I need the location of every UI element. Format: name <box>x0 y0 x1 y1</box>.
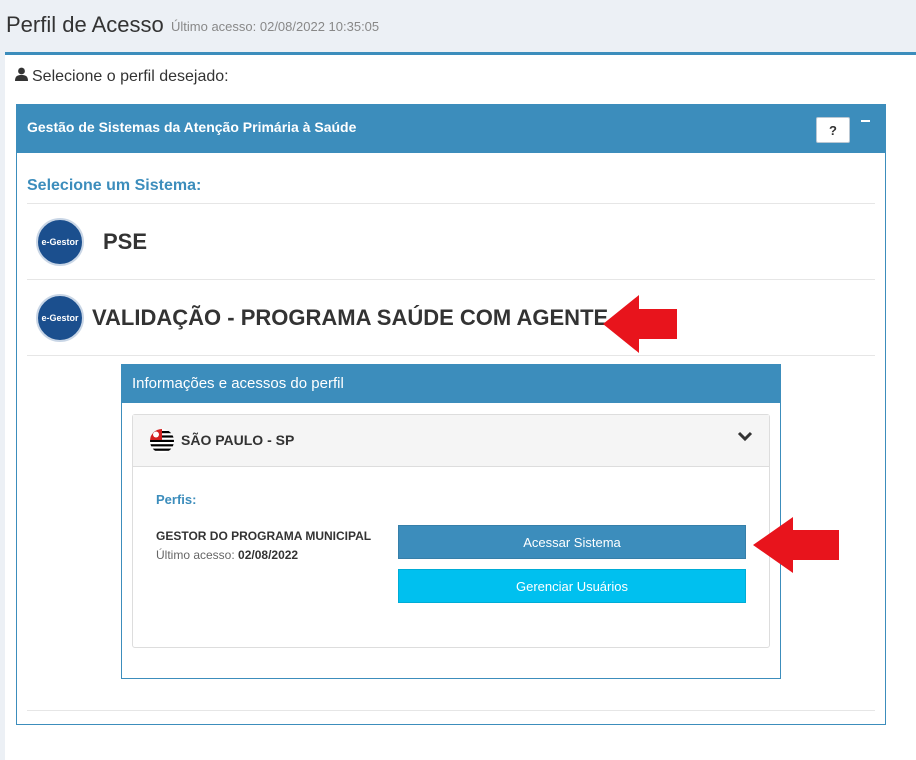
flag-icon <box>150 429 174 453</box>
divider <box>27 355 875 356</box>
box-header: Selecione o perfil desejado: <box>15 67 229 86</box>
chevron-down-icon[interactable] <box>737 429 753 447</box>
system-item-validacao[interactable]: e-Gestor VALIDAÇÃO - PROGRAMA SAÚDE COM … <box>27 280 875 356</box>
profile-box: Selecione o perfil desejado: Gestão de S… <box>5 52 916 760</box>
e-gestor-logo: e-Gestor <box>36 294 84 342</box>
system-item-pse[interactable]: e-Gestor PSE <box>27 204 875 280</box>
divider <box>27 710 875 711</box>
e-gestor-logo: e-Gestor <box>36 218 84 266</box>
state-header[interactable]: SÃO PAULO - SP <box>133 415 769 467</box>
select-profile-prompt: Selecione o perfil desejado: <box>32 67 229 85</box>
help-button[interactable]: ? <box>816 117 850 143</box>
profiles-label: Perfis: <box>156 492 197 507</box>
last-access-subtitle: Último acesso: 02/08/2022 10:35:05 <box>171 19 380 34</box>
systems-panel: Gestão de Sistemas da Atenção Primária à… <box>16 104 886 725</box>
question-icon: ? <box>829 122 837 138</box>
systems-panel-title: Gestão de Sistemas da Atenção Primária à… <box>27 119 357 135</box>
minus-icon[interactable] <box>858 115 872 129</box>
system-name: PSE <box>103 229 148 254</box>
profile-info-title: Informações e acessos do perfil <box>132 375 344 392</box>
red-arrow-icon <box>603 295 677 353</box>
profile-last-access: Último acesso: 02/08/2022 <box>156 548 299 562</box>
page-header: Perfil de Acesso Último acesso: 02/08/20… <box>0 0 916 52</box>
systems-panel-header: Gestão de Sistemas da Atenção Primária à… <box>17 105 885 153</box>
red-arrow-icon <box>753 517 839 573</box>
profile-info-panel: Informações e acessos do perfil SÃO PAUL… <box>121 364 781 679</box>
user-icon <box>15 67 32 86</box>
state-name: SÃO PAULO - SP <box>181 432 295 448</box>
access-system-button[interactable]: Acessar Sistema <box>398 525 746 559</box>
page-title: Perfil de Acesso <box>6 12 164 37</box>
profile-info-header: Informações e acessos do perfil <box>122 365 780 403</box>
state-card: SÃO PAULO - SP Perfis: GESTOR DO PROGRAM… <box>132 414 770 648</box>
system-name: VALIDAÇÃO - PROGRAMA SAÚDE COM AGENTE <box>92 305 609 330</box>
profile-name: GESTOR DO PROGRAMA MUNICIPAL <box>156 529 372 543</box>
select-system-label: Selecione um Sistema: <box>27 177 202 194</box>
manage-users-button[interactable]: Gerenciar Usuários <box>398 569 746 603</box>
